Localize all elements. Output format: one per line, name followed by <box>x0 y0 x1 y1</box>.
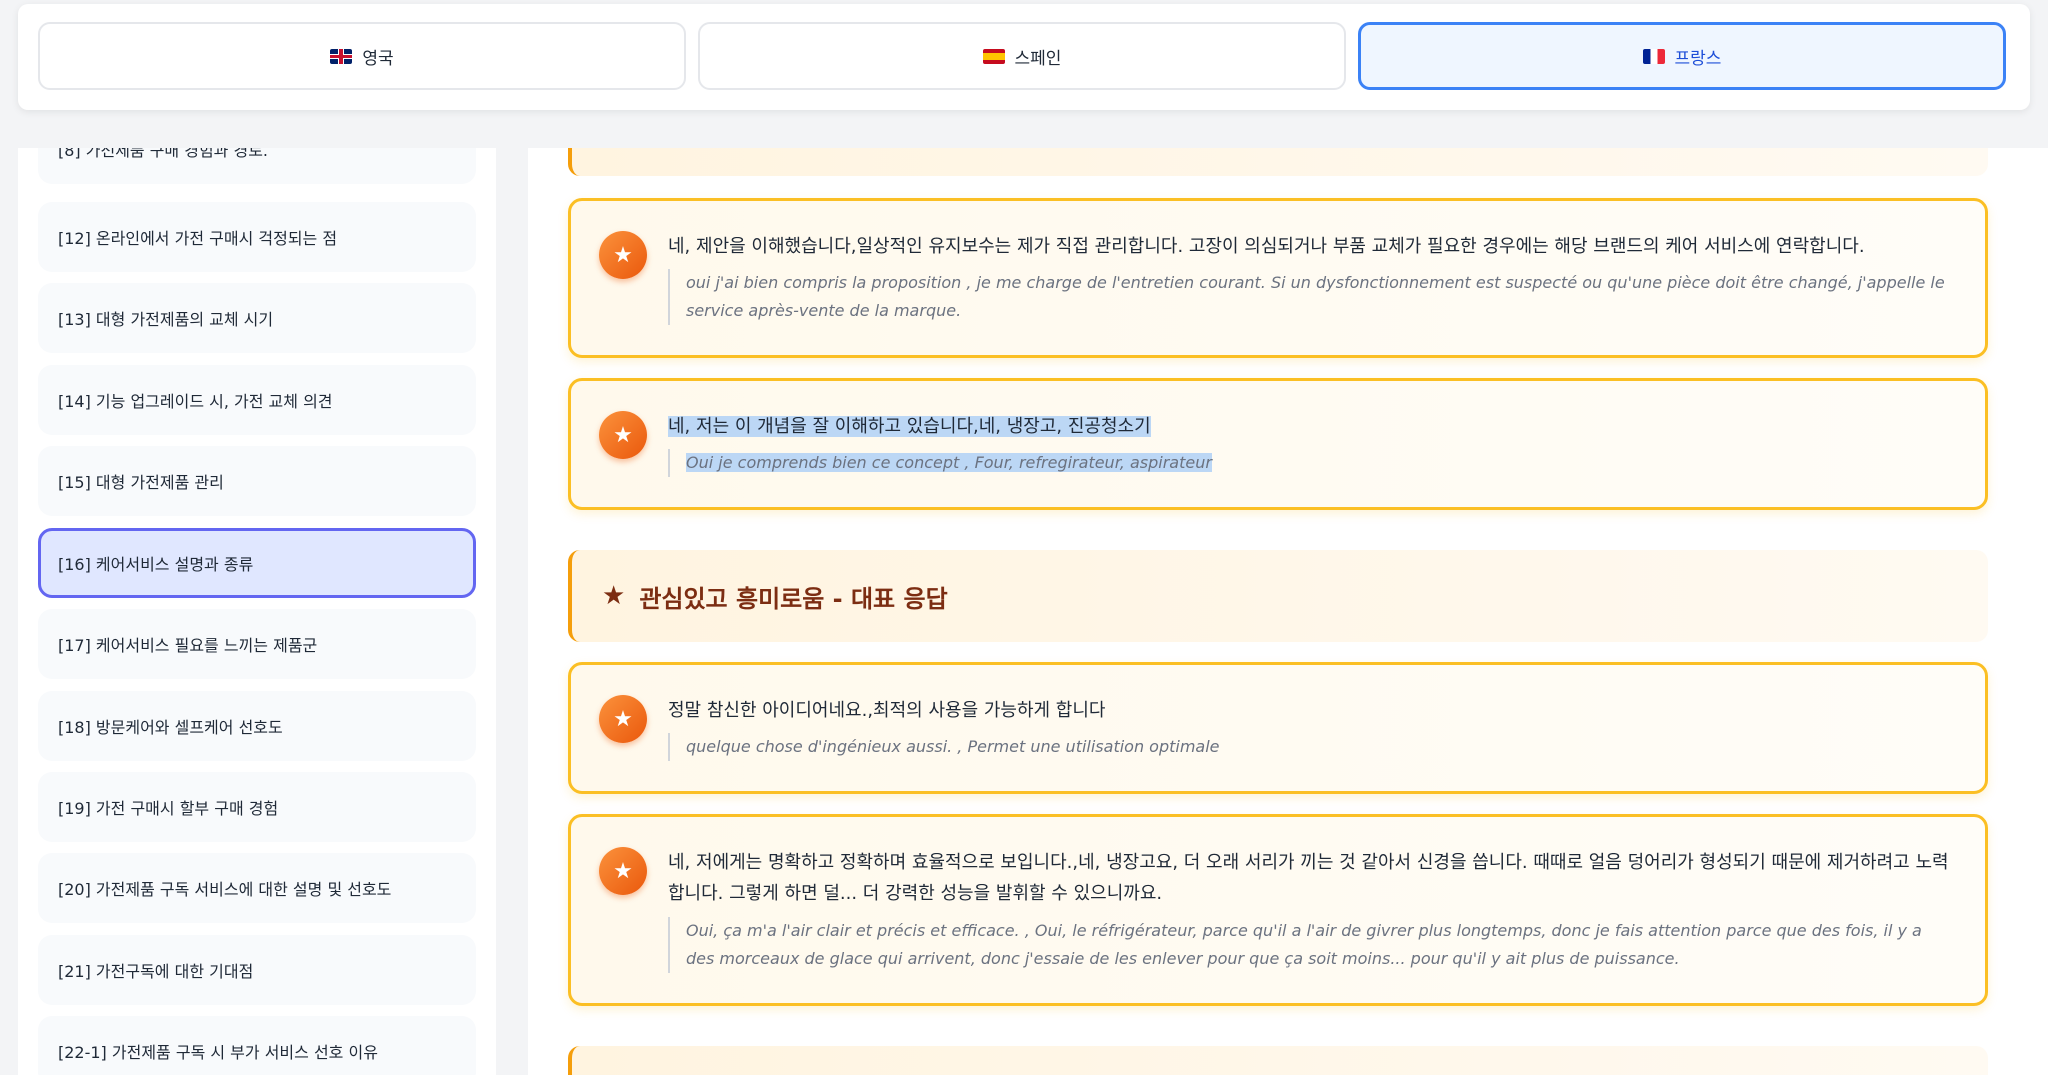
star-icon: ★ <box>599 231 647 279</box>
sidebar-item-19[interactable]: [19] 가전 구매시 할부 구매 경험 <box>38 772 476 842</box>
response-french: quelque chose d'ingénieux aussi. , Perme… <box>668 733 1955 761</box>
sidebar-item-20[interactable]: [20] 가전제품 구독 서비스에 대한 설명 및 선호도 <box>38 853 476 923</box>
sidebar-item-label: [12] 온라인에서 가전 구매시 걱정되는 점 <box>58 229 338 248</box>
selected-text[interactable]: 네, 저는 이 개념을 잘 이해하고 있습니다,네, 냉장고, 진공청소기 <box>668 416 1151 437</box>
sidebar-item-22-1[interactable]: [22-1] 가전제품 구독 시 부가 서비스 선호 이유 <box>38 1016 476 1075</box>
tab-spain[interactable]: 스페인 <box>698 22 1346 90</box>
response-panel: ★ 네, 제안을 이해했습니다,일상적인 유지보수는 제가 직접 관리합니다. … <box>528 148 2048 1075</box>
tab-label: 프랑스 <box>1674 48 1722 69</box>
response-korean: 정말 참신한 아이디어네요.,최적의 사용을 가능하게 합니다 <box>668 700 1106 721</box>
section-banner: ★ 관심있고 흥미로움 - 대표 응답 <box>568 550 1988 642</box>
question-sidebar: [8] 가전제품 구매 경험과 경로. [12] 온라인에서 가전 구매시 걱정… <box>18 148 496 1075</box>
sidebar-item-label: [17] 케어서비스 필요를 느끼는 제품군 <box>58 636 318 655</box>
sidebar-item-16[interactable]: [16] 케어서비스 설명과 종류 <box>38 528 476 598</box>
response-card: ★ 네, 제안을 이해했습니다,일상적인 유지보수는 제가 직접 관리합니다. … <box>568 198 1988 358</box>
sidebar-item-label: [22-1] 가전제품 구독 시 부가 서비스 선호 이유 <box>58 1043 378 1062</box>
tab-uk[interactable]: 영국 <box>38 22 686 90</box>
sidebar-item-8[interactable]: [8] 가전제품 구매 경험과 경로. <box>38 148 476 184</box>
star-icon: ★ <box>599 411 647 459</box>
country-tab-bar: 영국 스페인 프랑스 <box>18 4 2030 110</box>
tab-france[interactable]: 프랑스 <box>1358 22 2006 90</box>
response-card: ★ 네, 저는 이 개념을 잘 이해하고 있습니다,네, 냉장고, 진공청소기 … <box>568 378 1988 510</box>
sidebar-item-12[interactable]: [12] 온라인에서 가전 구매시 걱정되는 점 <box>38 202 476 272</box>
sidebar-item-label: [15] 대형 가전제품 관리 <box>58 473 224 492</box>
sidebar-item-label: [14] 기능 업그레이드 시, 가전 교체 의견 <box>58 392 333 411</box>
sidebar-item-17[interactable]: [17] 케어서비스 필요를 느끼는 제품군 <box>38 609 476 679</box>
section-banner-previous <box>568 148 1988 176</box>
sidebar-item-label: [20] 가전제품 구독 서비스에 대한 설명 및 선호도 <box>58 880 392 899</box>
section-title: 관심있고 흥미로움 - 대표 응답 <box>639 584 948 613</box>
star-icon: ★ <box>599 695 647 743</box>
response-card: ★ 네, 저에게는 명확하고 정확하며 효율적으로 보입니다.,네, 냉장고요,… <box>568 814 1988 1006</box>
star-icon: ★ <box>599 847 647 895</box>
uk-flag-icon <box>330 48 353 64</box>
response-korean: 네, 저에게는 명확하고 정확하며 효율적으로 보입니다.,네, 냉장고요, 더… <box>668 852 1949 904</box>
sidebar-item-label: [19] 가전 구매시 할부 구매 경험 <box>58 799 279 818</box>
response-french: oui j'ai bien compris la proposition , j… <box>668 269 1955 325</box>
response-korean: 네, 제안을 이해했습니다,일상적인 유지보수는 제가 직접 관리합니다. 고장… <box>668 236 1865 257</box>
sidebar-item-15[interactable]: [15] 대형 가전제품 관리 <box>38 446 476 516</box>
sidebar-item-label: [8] 가전제품 구매 경험과 경로. <box>58 148 269 160</box>
tab-label: 스페인 <box>1014 48 1062 69</box>
sidebar-item-14[interactable]: [14] 기능 업그레이드 시, 가전 교체 의견 <box>38 365 476 435</box>
star-icon: ★ <box>602 581 626 611</box>
sidebar-item-label: [16] 케어서비스 설명과 종류 <box>58 555 254 574</box>
section-banner-next <box>568 1046 1988 1075</box>
sidebar-item-21[interactable]: [21] 가전구독에 대한 기대점 <box>38 935 476 1005</box>
response-french: Oui je comprends bien ce concept , Four,… <box>668 449 1955 477</box>
tab-label: 영국 <box>362 48 394 69</box>
sidebar-item-13[interactable]: [13] 대형 가전제품의 교체 시기 <box>38 283 476 353</box>
france-flag-icon <box>1642 48 1665 64</box>
sidebar-item-label: [18] 방문케어와 셀프케어 선호도 <box>58 718 283 737</box>
response-korean: 네, 저는 이 개념을 잘 이해하고 있습니다,네, 냉장고, 진공청소기 <box>668 411 1955 442</box>
sidebar-item-label: [13] 대형 가전제품의 교체 시기 <box>58 310 274 329</box>
sidebar-item-18[interactable]: [18] 방문케어와 셀프케어 선호도 <box>38 691 476 761</box>
spain-flag-icon <box>982 48 1005 64</box>
response-card: ★ 정말 참신한 아이디어네요.,최적의 사용을 가능하게 합니다 quelqu… <box>568 662 1988 794</box>
selected-text[interactable]: Oui je comprends bien ce concept , Four,… <box>686 453 1212 472</box>
response-french: Oui, ça m'a l'air clair et précis et eff… <box>668 917 1955 973</box>
sidebar-item-label: [21] 가전구독에 대한 기대점 <box>58 962 254 981</box>
